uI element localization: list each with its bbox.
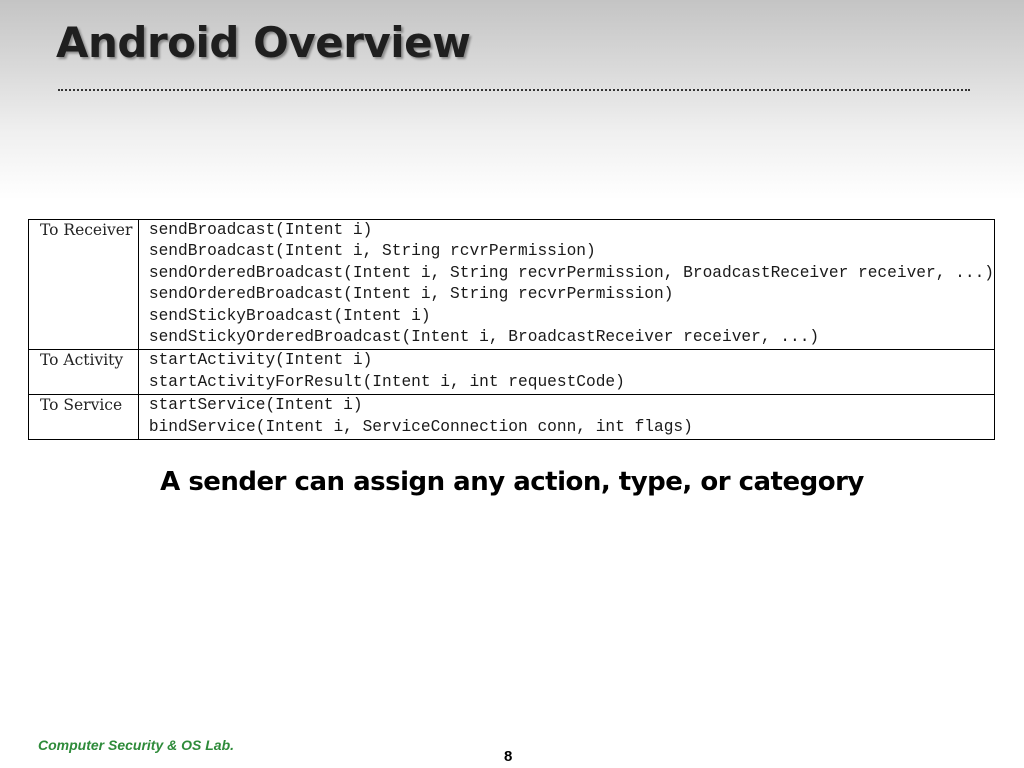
row-methods: sendBroadcast(Intent i) sendBroadcast(In… xyxy=(138,218,995,351)
table-row-activity: To Activity startActivity(Intent i) star… xyxy=(28,349,995,396)
method-signature: bindService(Intent i, ServiceConnection … xyxy=(148,417,693,436)
table-row-service: To Service startService(Intent i) bindSe… xyxy=(28,394,995,441)
slide-title: Android Overview xyxy=(56,18,471,67)
row-methods: startService(Intent i) bindService(Inten… xyxy=(138,394,995,441)
method-signature: startActivity(Intent i) xyxy=(148,351,373,370)
intent-api-table: To Receiver sendBroadcast(Intent i) send… xyxy=(28,218,995,441)
footer-lab-name: Computer Security & OS Lab. xyxy=(38,737,235,753)
method-signature: startActivityForResult(Intent i, int req… xyxy=(148,372,625,391)
page-number: 8 xyxy=(504,748,513,765)
method-signature: sendOrderedBroadcast(Intent i, String re… xyxy=(148,263,994,282)
row-target-label: To Service xyxy=(28,394,139,441)
row-methods: startActivity(Intent i) startActivityFor… xyxy=(138,349,995,396)
method-signature: sendStickyBroadcast(Intent i) xyxy=(148,306,431,325)
method-signature: sendOrderedBroadcast(Intent i, String re… xyxy=(148,285,674,304)
method-signature: sendBroadcast(Intent i, String rcvrPermi… xyxy=(148,242,596,261)
slide-caption: A sender can assign any action, type, or… xyxy=(160,467,864,497)
method-signature: sendBroadcast(Intent i) xyxy=(148,221,373,239)
method-signature: sendStickyOrderedBroadcast(Intent i, Bro… xyxy=(148,328,820,347)
table-row-receiver: To Receiver sendBroadcast(Intent i) send… xyxy=(28,218,995,351)
row-target-label: To Receiver xyxy=(28,218,139,351)
row-target-label: To Activity xyxy=(28,349,139,396)
method-signature: startService(Intent i) xyxy=(148,396,363,415)
title-divider xyxy=(58,89,970,91)
